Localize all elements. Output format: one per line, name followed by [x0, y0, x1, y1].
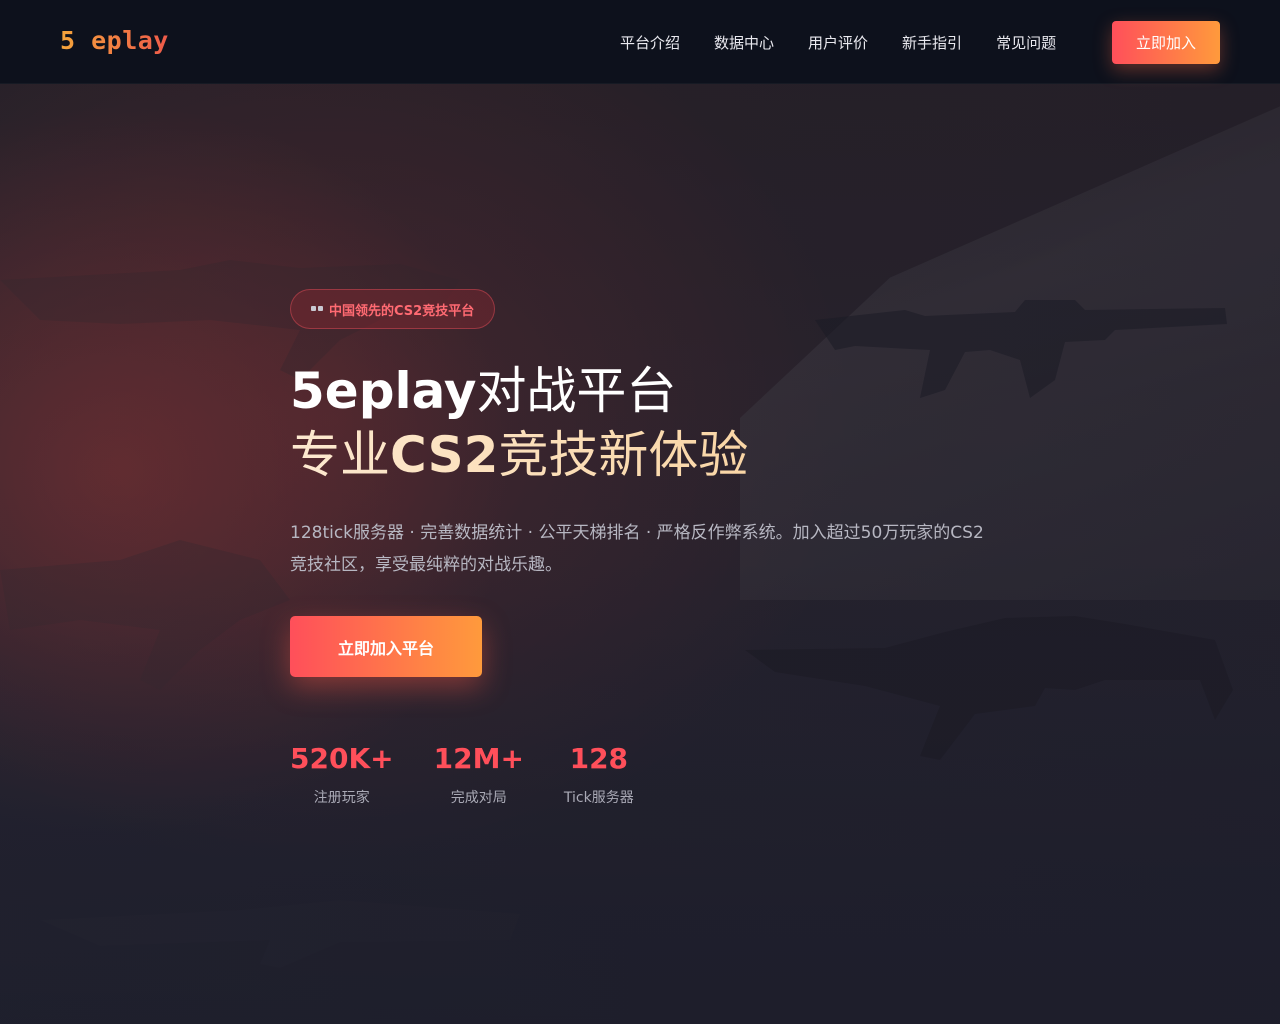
top-navbar: 5 eplay 平台介绍 数据中心 用户评价 新手指引 常见问题 立即加入 [0, 0, 1280, 84]
nav-link-data-center[interactable]: 数据中心 [714, 32, 774, 53]
site-logo[interactable]: 5 eplay [60, 26, 169, 55]
gamepad-icon [311, 304, 323, 314]
hero-headline: 5eplay对战平台 专业CS2竞技新体验 [290, 359, 1050, 487]
headline-line-2-cs2: CS2 [390, 426, 499, 484]
hero-badge-text: 中国领先的CS2竞技平台 [329, 303, 475, 319]
nav-links: 平台介绍 数据中心 用户评价 新手指引 常见问题 [620, 32, 1090, 53]
stat-label: 注册玩家 [313, 790, 370, 806]
nav-link-beginner-guide[interactable]: 新手指引 [902, 32, 962, 53]
join-now-nav-button[interactable]: 立即加入 [1112, 21, 1220, 64]
hero-section: 中国领先的CS2竞技平台 5eplay对战平台 专业CS2竞技新体验 128ti… [290, 289, 1050, 807]
stat-value: 520K+ [290, 742, 394, 775]
stat-registered-players: 520K+ 注册玩家 [290, 743, 394, 807]
stat-label: Tick服务器 [563, 790, 634, 806]
hero-description: 128tick服务器 · 完善数据统计 · 公平天梯排名 · 严格反作弊系统。加… [290, 523, 984, 575]
stat-completed-matches: 12M+ 完成对局 [434, 743, 524, 807]
nav-link-faq[interactable]: 常见问题 [996, 32, 1056, 53]
headline-line-2: 专业CS2竞技新体验 [290, 423, 1050, 487]
stats-row: 520K+ 注册玩家 12M+ 完成对局 128 Tick服务器 [290, 743, 1050, 807]
headline-line-1-rest: 对战平台 [476, 362, 677, 420]
nav-link-platform-intro[interactable]: 平台介绍 [620, 32, 680, 53]
headline-line-2-post: 竞技新体验 [498, 426, 749, 484]
hero-badge: 中国领先的CS2竞技平台 [290, 289, 496, 329]
headline-brand: 5eplay [290, 362, 477, 420]
stat-tick-servers: 128 Tick服务器 [564, 743, 634, 807]
stat-label: 完成对局 [450, 790, 507, 806]
headline-line-1: 5eplay对战平台 [290, 359, 1050, 423]
join-platform-button[interactable]: 立即加入平台 [290, 616, 482, 677]
headline-line-2-pre: 专业 [290, 426, 390, 484]
nav-link-user-reviews[interactable]: 用户评价 [808, 32, 868, 53]
stat-value: 12M+ [433, 742, 524, 775]
stat-value: 128 [569, 742, 629, 775]
